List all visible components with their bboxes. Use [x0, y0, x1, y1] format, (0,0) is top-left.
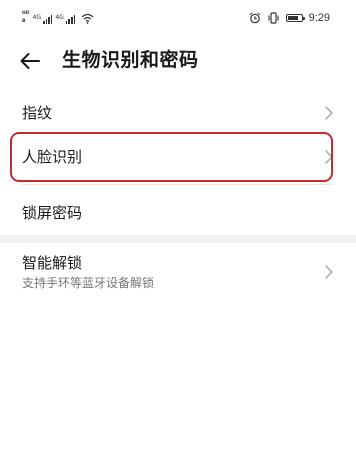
status-time: 9:29: [308, 12, 330, 24]
chevron-right-icon: [325, 106, 333, 120]
list-item-sublabel: 支持手环等蓝牙设备解锁: [22, 276, 155, 290]
list-item-label: 锁屏密码: [22, 204, 83, 222]
hd-badge-icon: HD B: [22, 11, 30, 24]
status-left: HD B 4G 4G: [22, 10, 94, 24]
page-title: 生物识别和密码: [62, 49, 199, 71]
sim2-signal: 4G: [55, 14, 76, 24]
status-bar: HD B 4G 4G 9:29: [0, 0, 356, 38]
list-item-label: 指纹: [22, 104, 53, 122]
chevron-right-icon: [325, 265, 333, 279]
list-item-smart-unlock[interactable]: 智能解锁 支持手环等蓝牙设备解锁: [0, 243, 356, 305]
arrow-left-icon[interactable]: [18, 48, 42, 74]
battery-level: [287, 16, 299, 20]
divider: [22, 184, 334, 185]
list-item-fingerprint[interactable]: 指纹: [0, 94, 356, 132]
alarm-icon: [249, 12, 260, 24]
chevron-right-icon: [325, 150, 333, 164]
signal-icon: [42, 14, 53, 24]
battery-icon: [285, 14, 305, 22]
sim1-network-label: 4G: [32, 14, 41, 21]
list-item-label: 智能解锁: [22, 254, 83, 272]
vibrate-icon: [268, 12, 279, 24]
sim1-signal: 4G: [33, 14, 53, 24]
header: 生物识别和密码: [0, 38, 356, 84]
list-item-face-recognition[interactable]: 人脸识别: [0, 134, 356, 180]
wifi-icon: [81, 13, 94, 24]
list-item-lock-screen-password[interactable]: 锁屏密码: [0, 186, 356, 232]
status-right: 9:29: [249, 11, 330, 25]
hd-badge-bottom: B: [22, 19, 26, 24]
signal-icon: [65, 14, 76, 24]
list-item-label: 人脸识别: [22, 148, 83, 166]
sim2-network-label: 4G: [55, 14, 64, 21]
hd-badge-top: HD: [22, 11, 30, 16]
section-divider: [0, 235, 356, 243]
